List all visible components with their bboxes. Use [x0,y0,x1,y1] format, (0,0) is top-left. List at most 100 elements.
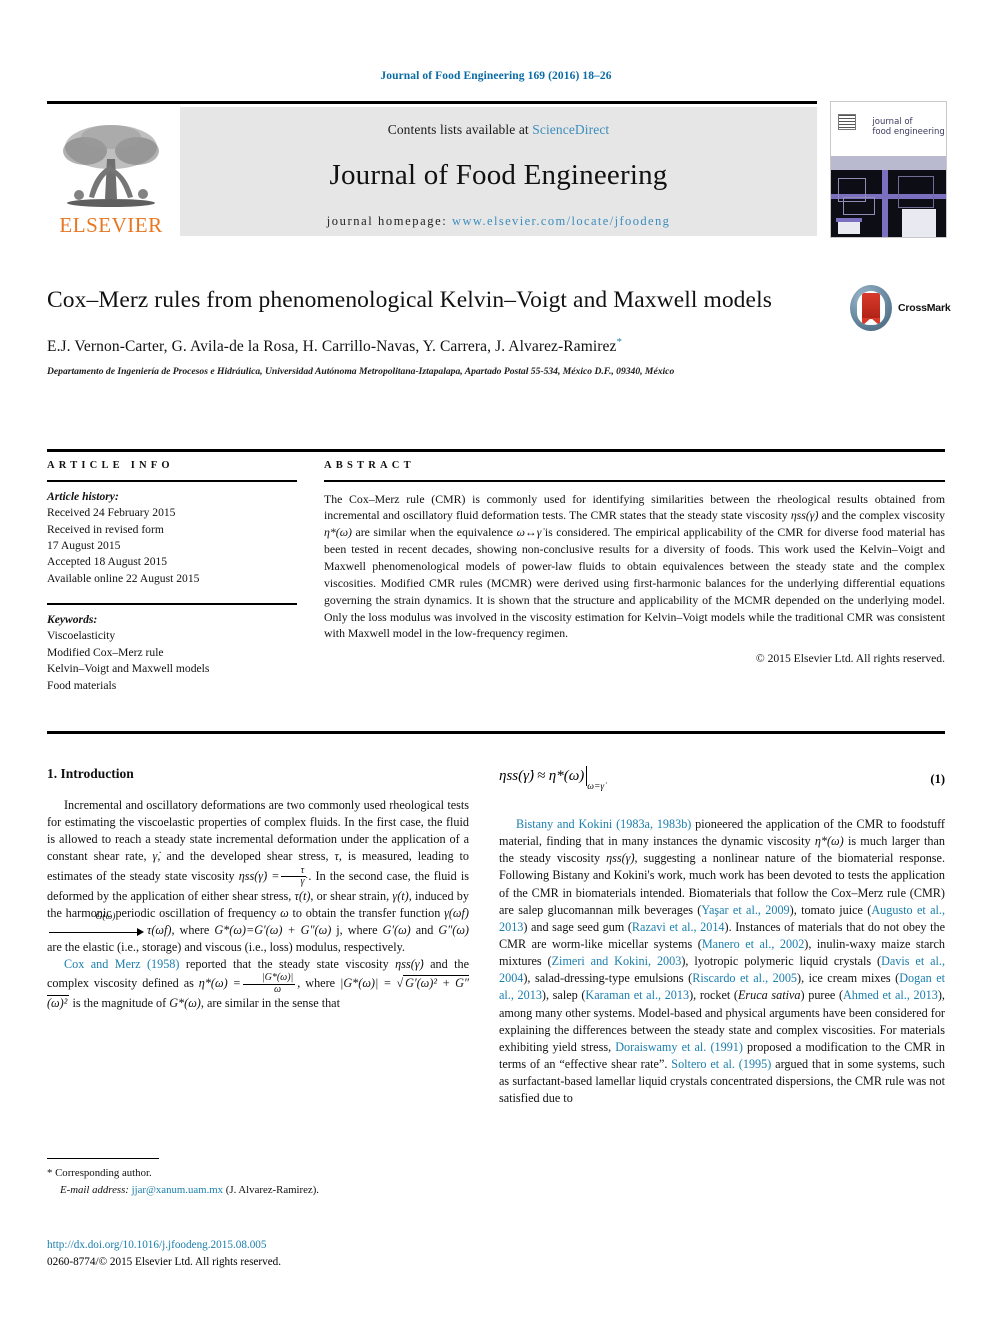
contents-available-line: Contents lists available at ScienceDirec… [180,107,817,138]
citation-cox-merz-1958[interactable]: Cox and Merz (1958) [64,957,179,971]
p2-eta-ss: ηss(γ̇) [395,957,424,972]
r1-j: ), ice cream mixes ( [797,971,900,986]
r1-d: ), tomato juice ( [789,902,872,917]
p2-gstar: G*(ω) [169,996,201,1011]
p1-tau-wf: τ(ωf) [147,922,172,937]
p1-gdoubleprime: G″(ω) [438,922,469,937]
crossmark-label: CrossMark [898,302,951,314]
journal-homepage-link[interactable]: www.elsevier.com/locate/jfoodeng [452,214,670,228]
history-item: Accepted 18 August 2015 [47,555,168,569]
corresponding-author-note: * Corresponding author. [47,1165,469,1181]
email-label: E-mail address: [60,1183,129,1196]
doi-block: http://dx.doi.org/10.1016/j.jfoodeng.201… [47,1237,507,1272]
intro-paragraph-2: Cox and Merz (1958) reported that the st… [47,957,470,1011]
abstract-part3: are similar when the equivalence [351,525,517,540]
crossmark-badge[interactable]: CrossMark [850,285,951,335]
keywords-label: Keywords: [47,612,98,626]
email-owner: (J. Alvarez-Ramirez). [225,1183,320,1196]
r1-eta-star: η*(ω) [814,834,844,849]
author-list: E.J. Vernon-Carter, G. Avila-de la Rosa,… [47,336,945,356]
r1-eta-ss: ηss(γ̇) [606,851,635,866]
abstract-text: The Cox–Merz rule (CMR) is commonly used… [324,491,945,643]
article-history: Article history: Received 24 February 20… [47,489,297,588]
section-heading-introduction: 1. Introduction [47,766,134,781]
abstract-equivalence: ω↔γ̇ [516,525,542,540]
cover-title: journal of food engineering [872,117,944,138]
abstract-eta-star: η* [324,525,336,540]
article-history-label: Article history: [47,489,119,503]
keyword-item: Food materials [47,678,117,692]
running-head: Journal of Food Engineering 169 (2016) 1… [380,70,612,82]
eq1-lhs-arg: (γ̇) [518,768,535,784]
abstract-rule [324,480,945,482]
citation-zimeri-kokini-2003[interactable]: Zimeri and Kokini, 2003 [552,954,682,968]
abstract-bottom-rule [47,731,945,734]
p1-b: , and the developed shear stress, [157,849,335,864]
abstract-omega: (ω) [335,525,352,540]
citation-doraiswamy-1991[interactable]: Doraiswamy et al. (1991) [615,1040,743,1054]
article-info-heading: ARTICLE INFO [47,460,174,471]
abstract-column: ABSTRACT The Cox–Merz rule (CMR) is comm… [324,460,945,665]
article-info-column: ARTICLE INFO Article history: Received 2… [47,460,297,694]
p1-i: j, where [331,922,383,937]
elsevier-logo: ELSEVIER [47,107,175,236]
p2-eta-star: η*(ω) = [198,976,241,991]
citation-manero-2002[interactable]: Manero et al., 2002 [702,937,804,951]
p2-e: , are similar in the sense that [200,996,340,1011]
p1-omega: ω [280,905,289,920]
abstract-part2: and the complex viscosity [818,508,945,523]
citation-riscardo-2005[interactable]: Riscardo et al., 2005 [692,971,797,985]
body-column-left: 1. Introduction Incremental and oscillat… [47,766,469,1012]
homepage-prefix: journal homepage: [326,214,453,228]
title-block: Cox–Merz rules from phenomenological Kel… [47,285,951,380]
sciencedirect-link[interactable]: ScienceDirect [532,122,609,137]
corresponding-author-marker: * [616,336,623,349]
keyword-item: Kelvin–Voigt and Maxwell models [47,662,210,676]
p1-gamma-t: γ(t) [392,888,409,903]
p2-magnitude-lhs: |G*(ω)| = [340,976,392,991]
history-item: Available online 22 August 2015 [47,571,200,585]
crossmark-icon [850,285,892,331]
journal-cover-thumbnail: journal of food engineering [830,101,947,238]
footnote-marker: * [47,1167,53,1180]
history-item: 17 August 2015 [47,538,121,552]
email-link[interactable]: jjar@xanum.uam.mx [132,1184,224,1196]
transfer-function-arrow: G(ω) [49,912,145,939]
doi-link[interactable]: http://dx.doi.org/10.1016/j.jfoodeng.201… [47,1237,507,1254]
p2-fraction: |G*(ω)| ω [242,973,296,995]
equation-1: ηss(γ̇) ≈ η*(ω)ω=γ̇ (1) [499,766,945,800]
abstract-copyright: © 2015 Elsevier Ltd. All rights reserved… [755,652,945,666]
history-item: Received in revised form [47,522,164,536]
p1-h: , where [171,922,215,937]
citation-razavi-2014[interactable]: Razavi et al., 2014 [632,920,725,934]
citation-soltero-1995[interactable]: Soltero et al. (1995) [671,1057,771,1071]
abstract-gammadot: (γ̇) [805,508,819,523]
keyword-item: Viscoelasticity [47,629,116,643]
footnote-rule [47,1158,159,1160]
affiliation: Departamento de Ingeniería de Procesos e… [47,366,675,378]
body-column-right: ηss(γ̇) ≈ η*(ω)ω=γ̇ (1) Bistany and Koki… [499,766,945,1107]
p1-g: to obtain the transfer function [288,905,445,920]
keyword-item: Modified Cox–Merz rule [47,645,164,659]
citation-karaman-2013[interactable]: Karaman et al., 2013 [585,988,689,1002]
citation-yasar-2009[interactable]: Yaşar et al., 2009 [701,903,789,917]
issn-copyright-line: 0260-8774/© 2015 Elsevier Ltd. All right… [47,1256,282,1269]
p1-gprime: G′(ω) [382,922,411,937]
abstract-eta-ss: ηss [790,508,806,523]
p1-gamma-wf: γ(ωf) [444,905,469,920]
p1-e: , or shear strain, [310,888,393,903]
eq1-rhs: η*(ω) [548,768,585,784]
citation-bistany-kokini[interactable]: Bistany and Kokini (1983a, 1983b) [516,817,691,831]
eq1-lhs: ηss [499,768,519,784]
header-divider-rule [47,449,945,452]
elsevier-wordmark: ELSEVIER [59,213,163,237]
p1-k: are the elastic (i.e., storage) and visc… [47,939,405,954]
r1-l: ), rocket ( [689,988,738,1003]
journal-homepage-line: journal homepage: www.elsevier.com/locat… [180,214,817,229]
p1-frac-den: γ̇ [300,876,305,888]
r1-i: ), salad-dressing-type emulsions ( [523,971,693,986]
equation-1-number: (1) [930,772,945,786]
citation-ahmed-2013[interactable]: Ahmed et al., 2013 [843,988,938,1002]
elsevier-tree-icon [59,121,163,213]
r1-h: ), lyotropic polymeric liquid crystals ( [681,954,882,969]
